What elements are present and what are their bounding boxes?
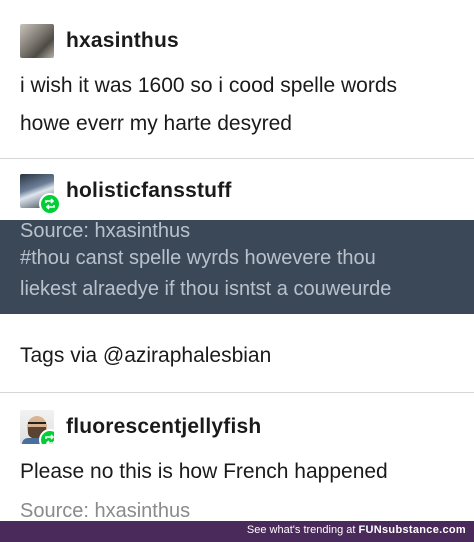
avatar[interactable] [20, 410, 54, 444]
username[interactable]: hxasinthus [66, 29, 179, 53]
avatar-glasses [28, 422, 46, 428]
footer-bar: See what's trending at FUNsubstance.com [0, 521, 474, 542]
username[interactable]: fluorescentjellyfish [66, 415, 261, 439]
tag-line: #thou canst spelle wyrds howevere thou [20, 247, 376, 269]
post-header-1: hxasinthus [20, 24, 179, 58]
tags-via-line: Tags via @aziraphalesbian [20, 344, 272, 367]
post-text-line: Please no this is how French happened [20, 460, 388, 483]
post-divider [0, 392, 474, 393]
source-line: Source: hxasinthus [20, 220, 191, 242]
username[interactable]: holisticfansstuff [66, 179, 232, 203]
avatar[interactable] [20, 174, 61, 215]
reblog-icon [39, 193, 61, 215]
source-line: Source: hxasinthus [20, 500, 191, 522]
reblog-icon [39, 429, 54, 444]
footer-trending: See what's trending at [246, 524, 356, 536]
post-header-2: holisticfansstuff [20, 174, 232, 215]
avatar[interactable] [20, 24, 54, 58]
post-text-line: howe everr my harte desyred [20, 112, 292, 135]
quoted-source-block: Source: hxasinthus #thou canst spelle wy… [0, 220, 474, 314]
post-divider [0, 158, 474, 159]
footer-brand-logo: FUNsubstance.com [358, 524, 466, 536]
tag-line: liekest alraedye if thou isntst a couweu… [20, 278, 392, 300]
post-body-1: i wish it was 1600 so i cood spelle word… [20, 70, 458, 140]
footer-text[interactable]: See what's trending at FUNsubstance.com [247, 524, 466, 536]
post-header-3: fluorescentjellyfish [20, 410, 261, 444]
post-text-line: i wish it was 1600 so i cood spelle word… [20, 74, 398, 97]
